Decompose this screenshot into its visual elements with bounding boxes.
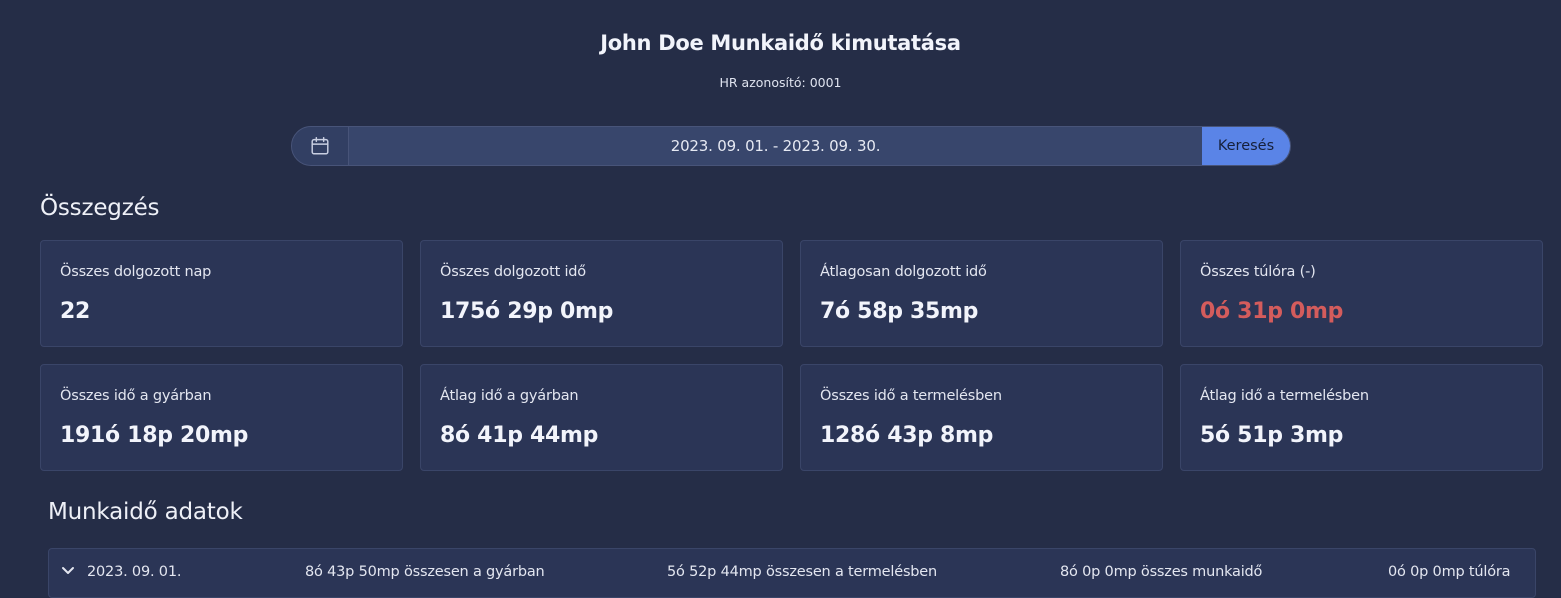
date-range-input[interactable]: 2023. 09. 01. - 2023. 09. 30.	[349, 127, 1202, 165]
card-label: Átlag idő a gyárban	[440, 388, 579, 404]
card-value: 175ó 29p 0mp	[440, 299, 614, 324]
card-label: Összes dolgozott idő	[440, 264, 586, 280]
summary-card-total-days: Összes dolgozott nap 22	[40, 240, 403, 347]
worktime-section-title: Munkaidő adatok	[48, 499, 243, 525]
card-value: 5ó 51p 3mp	[1200, 423, 1344, 448]
page-title: John Doe Munkaidő kimutatása	[600, 31, 961, 55]
card-value: 7ó 58p 35mp	[820, 299, 979, 324]
calendar-icon	[311, 137, 329, 155]
date-picker-button[interactable]	[292, 127, 349, 165]
card-value: 128ó 43p 8mp	[820, 423, 994, 448]
card-value: 191ó 18p 20mp	[60, 423, 249, 448]
row-overtime: 0ó 0p 0mp túlóra	[1388, 564, 1511, 580]
card-label: Átlagosan dolgozott idő	[820, 264, 987, 280]
card-label: Összes idő a gyárban	[60, 388, 212, 404]
summary-card-average-factory-time: Átlag idő a gyárban 8ó 41p 44mp	[420, 364, 783, 471]
summary-card-average-worked-time: Átlagosan dolgozott idő 7ó 58p 35mp	[800, 240, 1163, 347]
worktime-row[interactable]: 2023. 09. 01. 8ó 43p 50mp összesen a gyá…	[48, 548, 1536, 598]
summary-card-total-production-time: Összes idő a termelésben 128ó 43p 8mp	[800, 364, 1163, 471]
card-value: 22	[60, 299, 91, 324]
summary-card-total-overtime: Összes túlóra (-) 0ó 31p 0mp	[1180, 240, 1543, 347]
date-range-search-bar: 2023. 09. 01. - 2023. 09. 30. Keresés	[291, 126, 1291, 166]
summary-card-total-factory-time: Összes idő a gyárban 191ó 18p 20mp	[40, 364, 403, 471]
row-production-time: 5ó 52p 44mp összesen a termelésben	[667, 564, 938, 580]
chevron-down-icon[interactable]	[61, 566, 75, 576]
hr-id-label: HR azonosító: 0001	[719, 75, 842, 90]
summary-card-total-worked-time: Összes dolgozott idő 175ó 29p 0mp	[420, 240, 783, 347]
row-factory-time: 8ó 43p 50mp összesen a gyárban	[305, 564, 545, 580]
row-date: 2023. 09. 01.	[87, 564, 182, 580]
card-label: Átlag idő a termelésben	[1200, 388, 1369, 404]
summary-card-average-production-time: Átlag idő a termelésben 5ó 51p 3mp	[1180, 364, 1543, 471]
card-value: 8ó 41p 44mp	[440, 423, 599, 448]
card-label: Összes dolgozott nap	[60, 264, 212, 280]
card-label: Összes idő a termelésben	[820, 388, 1002, 404]
row-total-worktime: 8ó 0p 0mp összes munkaidő	[1060, 564, 1263, 580]
card-value: 0ó 31p 0mp	[1200, 299, 1344, 324]
card-label: Összes túlóra (-)	[1200, 264, 1316, 280]
summary-section-title: Összegzés	[40, 195, 160, 221]
search-button[interactable]: Keresés	[1202, 127, 1290, 165]
